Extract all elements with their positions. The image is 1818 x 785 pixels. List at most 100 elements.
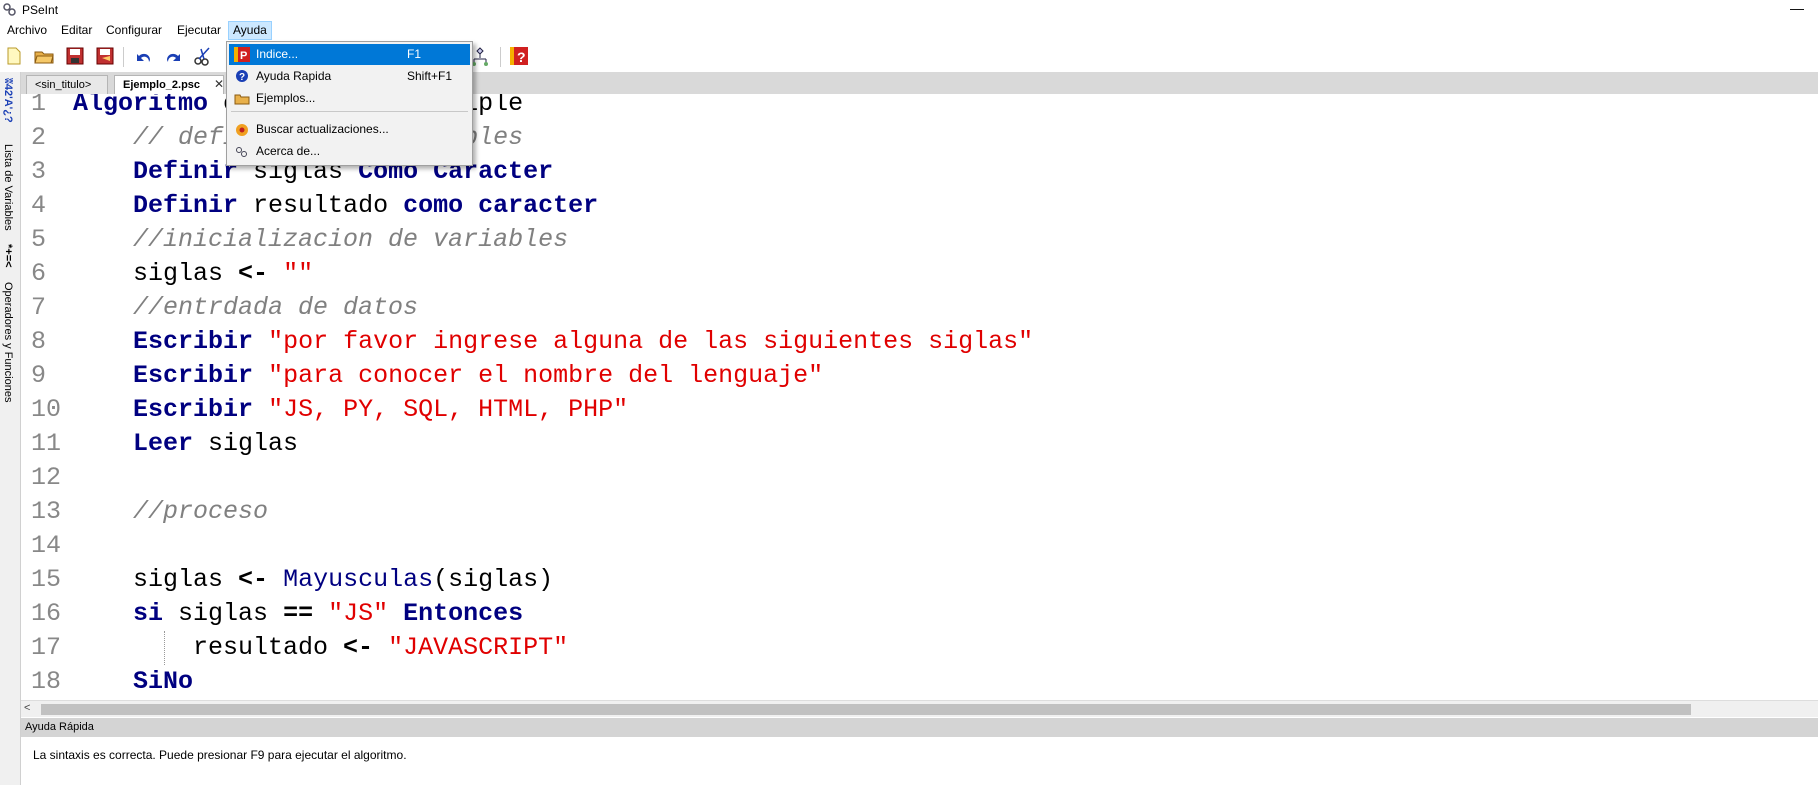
horizontal-scrollbar[interactable]: < bbox=[21, 700, 1818, 717]
code-token: resultado bbox=[73, 633, 344, 662]
code-token: siglas bbox=[73, 259, 239, 288]
code-line[interactable]: 9 Escribir "para conocer el nombre del l… bbox=[21, 359, 1818, 393]
code-token: "JAVASCRIPT" bbox=[388, 633, 569, 662]
code-token: Algoritmo bbox=[73, 94, 209, 118]
svg-text:?: ? bbox=[517, 49, 526, 65]
variables-panel-tab[interactable]: Lista de Variables bbox=[2, 144, 14, 231]
redo-icon[interactable] bbox=[162, 45, 184, 67]
code-token: Entonces bbox=[403, 599, 524, 628]
code-text: Definir resultado como caracter bbox=[73, 189, 598, 223]
menu-item-label: Acerca de... bbox=[256, 144, 321, 158]
code-line[interactable]: 16 si siglas == "JS" Entonces bbox=[21, 597, 1818, 631]
menu-separator bbox=[231, 111, 468, 112]
code-text: //inicializacion de variables bbox=[73, 223, 568, 257]
svg-text:?: ? bbox=[239, 72, 245, 83]
code-text: siglas <- "" bbox=[73, 257, 313, 291]
code-line[interactable]: 8 Escribir "por favor ingrese alguna de … bbox=[21, 325, 1818, 359]
menu-archivo[interactable]: Archivo bbox=[3, 21, 51, 40]
code-text: //proceso bbox=[73, 495, 268, 529]
code-line[interactable]: 14 bbox=[21, 529, 1818, 563]
code-line[interactable]: 13 //proceso bbox=[21, 495, 1818, 529]
menu-item-label: Ayuda Rapida bbox=[256, 69, 332, 83]
open-folder-icon[interactable] bbox=[33, 45, 55, 67]
update-icon bbox=[236, 124, 248, 136]
code-editor[interactable]: 1Algoritmo condicional_multiple2 // defi… bbox=[21, 94, 1818, 700]
quick-help-title: Ayuda Rápida bbox=[21, 718, 1818, 737]
menu-bar: Archivo Editar Configurar Ejecutar Ayuda bbox=[0, 20, 1818, 41]
code-line[interactable]: 4 Definir resultado como caracter bbox=[21, 189, 1818, 223]
line-number: 3 bbox=[31, 157, 47, 186]
line-number: 10 bbox=[31, 395, 62, 424]
code-token: <- bbox=[343, 633, 374, 662]
line-number: 17 bbox=[31, 633, 62, 662]
code-token: "" bbox=[283, 259, 314, 288]
menu-item-acerca-de[interactable]: Acerca de... bbox=[229, 141, 470, 162]
scrollbar-thumb[interactable] bbox=[41, 704, 1691, 715]
code-line[interactable]: 10 Escribir "JS, PY, SQL, HTML, PHP" bbox=[21, 393, 1818, 427]
undo-icon[interactable] bbox=[133, 45, 155, 67]
help-dropdown-menu: P Indice... F1 ? Ayuda Rapida Shift+F1 E… bbox=[226, 41, 473, 166]
code-token: siglas bbox=[193, 429, 299, 458]
code-line[interactable]: 5 //inicializacion de variables bbox=[21, 223, 1818, 257]
menu-editar[interactable]: Editar bbox=[57, 21, 96, 40]
tab-sin-titulo[interactable]: <sin_titulo> bbox=[26, 75, 108, 94]
svg-text:P: P bbox=[240, 50, 247, 62]
save-as-icon[interactable] bbox=[94, 45, 116, 67]
code-line[interactable]: 17 resultado <- "JAVASCRIPT" bbox=[21, 631, 1818, 665]
flowchart-icon[interactable] bbox=[470, 45, 492, 67]
code-line[interactable]: 12 bbox=[21, 461, 1818, 495]
minimize-icon[interactable]: — bbox=[1790, 0, 1804, 16]
cut-icon[interactable] bbox=[192, 45, 214, 67]
help-icon[interactable]: ? bbox=[508, 45, 530, 67]
code-line[interactable]: 18 SiNo bbox=[21, 665, 1818, 699]
menu-item-ayuda-rapida[interactable]: ? Ayuda Rapida Shift+F1 bbox=[229, 66, 470, 87]
code-token: SiNo bbox=[133, 667, 194, 696]
line-number: 16 bbox=[31, 599, 62, 628]
scroll-left-icon[interactable]: < bbox=[24, 702, 30, 714]
line-number: 14 bbox=[31, 531, 62, 560]
code-token: Leer bbox=[133, 429, 194, 458]
operators-symbol-icon: *+=< bbox=[2, 244, 14, 268]
code-line[interactable]: 11 Leer siglas bbox=[21, 427, 1818, 461]
menu-configurar[interactable]: Configurar bbox=[102, 21, 166, 40]
code-token: <- bbox=[238, 565, 269, 594]
code-text: Escribir "JS, PY, SQL, HTML, PHP" bbox=[73, 393, 628, 427]
close-tab-icon[interactable]: ✕ bbox=[214, 75, 224, 94]
code-token: como bbox=[403, 191, 464, 220]
code-token: siglas bbox=[163, 599, 284, 628]
menu-ayuda[interactable]: Ayuda bbox=[228, 21, 272, 40]
menu-item-label: Buscar actualizaciones... bbox=[256, 122, 389, 136]
code-token: Mayusculas bbox=[283, 565, 434, 594]
window-title: PSeInt bbox=[22, 3, 59, 17]
menu-item-buscar-actualizaciones[interactable]: Buscar actualizaciones... bbox=[229, 119, 470, 140]
line-number: 7 bbox=[31, 293, 47, 322]
code-text: Escribir "por favor ingrese alguna de la… bbox=[73, 325, 1033, 359]
menu-ejecutar[interactable]: Ejecutar bbox=[173, 21, 225, 40]
code-token: "JS, PY, SQL, HTML, PHP" bbox=[268, 395, 629, 424]
line-number: 12 bbox=[31, 463, 62, 492]
operators-panel-tab[interactable]: Operadores y Funciones bbox=[2, 282, 14, 402]
code-token: caracter bbox=[478, 191, 599, 220]
save-icon[interactable] bbox=[64, 45, 86, 67]
tab-ejemplo-2[interactable]: Ejemplo_2.psc bbox=[114, 75, 224, 94]
menu-item-ejemplos[interactable]: Ejemplos... bbox=[229, 88, 470, 109]
code-token: Escribir bbox=[133, 361, 254, 390]
code-line[interactable]: 7 //entrdada de datos bbox=[21, 291, 1818, 325]
code-line[interactable]: 6 siglas <- "" bbox=[21, 257, 1818, 291]
line-number: 11 bbox=[31, 429, 62, 458]
menu-item-indice[interactable]: P Indice... F1 bbox=[229, 44, 470, 65]
new-file-icon[interactable] bbox=[3, 45, 25, 67]
quick-help-icon: ? bbox=[236, 70, 248, 83]
code-line[interactable]: 15 siglas <- Mayusculas(siglas) bbox=[21, 563, 1818, 597]
code-text: si siglas == "JS" Entonces bbox=[73, 597, 523, 631]
